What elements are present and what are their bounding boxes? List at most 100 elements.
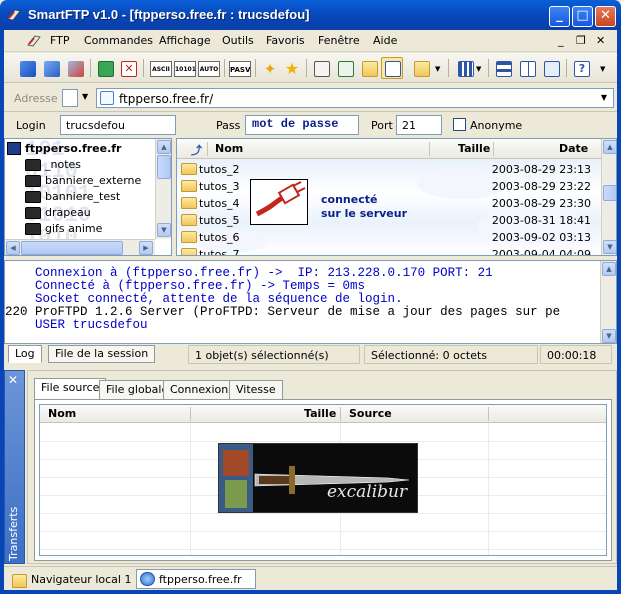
scroll-up-icon[interactable]: ▲ xyxy=(603,140,616,154)
chevron-down-icon[interactable]: ▼ xyxy=(476,65,481,73)
plug-icon xyxy=(255,181,306,217)
passive-mode-button[interactable]: PASV xyxy=(227,57,253,79)
reconnect-button[interactable] xyxy=(40,57,62,79)
properties-button[interactable] xyxy=(310,57,332,79)
tree-item-label: banniere_test xyxy=(45,190,121,203)
column-header-size[interactable]: Taille xyxy=(458,142,490,155)
scroll-down-icon[interactable]: ▼ xyxy=(602,329,616,343)
stop-button[interactable]: ✕ xyxy=(117,57,139,79)
mdi-restore-button[interactable]: ❐ xyxy=(576,34,586,47)
menu-favoris[interactable]: Favoris xyxy=(266,34,305,47)
file-row[interactable]: tutos_2 2003-08-29 23:13 xyxy=(177,161,601,178)
file-list-vertical-scrollbar[interactable]: ▲ ▼ xyxy=(601,139,616,255)
column-header-size[interactable]: Taille xyxy=(304,407,336,420)
login-input[interactable]: trucsdefou xyxy=(60,115,176,135)
menu-aide[interactable]: Aide xyxy=(373,34,397,47)
mdi-minimize-button[interactable]: _ xyxy=(558,34,564,47)
tab-log[interactable]: Log xyxy=(8,345,42,363)
file-date: 2003-08-29 23:13 xyxy=(491,163,591,176)
address-dropdown-chevron-icon[interactable]: ▼ xyxy=(597,91,611,105)
tab-vitesse[interactable]: Vitesse xyxy=(229,380,283,399)
close-button[interactable]: ✕ xyxy=(595,6,616,27)
anonymous-checkbox[interactable] xyxy=(453,118,466,131)
parent-folder-arrow-icon[interactable]: ⤴ xyxy=(191,142,202,158)
scroll-down-icon[interactable]: ▼ xyxy=(157,223,171,237)
view-toggle-button[interactable] xyxy=(381,57,403,79)
add-favorite-button[interactable]: ✦ xyxy=(258,57,280,79)
document-app-icon[interactable] xyxy=(26,33,42,49)
file-date: 2003-09-02 03:13 xyxy=(491,231,591,244)
view-mode-button[interactable] xyxy=(454,57,476,79)
menu-affichage[interactable]: Affichage xyxy=(159,34,211,47)
menu-fenetre[interactable]: Fenêtre xyxy=(318,34,360,47)
auto-mode-button[interactable]: AUTO xyxy=(196,57,222,79)
binary-mode-button[interactable]: 10101 xyxy=(172,57,198,79)
password-input[interactable]: mot de passe xyxy=(245,115,359,135)
file-name: tutos_5 xyxy=(199,214,240,227)
tile-horizontal-button[interactable] xyxy=(492,57,514,79)
transfer-queue-list[interactable]: Nom Taille Source excalibur xyxy=(39,404,607,556)
mdi-close-button[interactable]: ✕ xyxy=(596,34,605,47)
login-bar: Login trucsdefou Pass mot de passe Port … xyxy=(4,113,617,138)
title-bar[interactable]: SmartFTP v1.0 - [ftpperso.free.fr : truc… xyxy=(0,0,621,30)
scroll-up-icon[interactable]: ▲ xyxy=(602,262,616,276)
maximize-button[interactable]: □ xyxy=(572,6,593,27)
connect-button[interactable] xyxy=(16,57,38,79)
minimize-button[interactable]: _ xyxy=(549,6,570,27)
column-header-name[interactable]: Nom xyxy=(48,407,76,420)
disconnect-icon xyxy=(68,61,84,77)
toolbar-overflow-chevron-icon[interactable]: ▼ xyxy=(600,65,605,73)
column-divider xyxy=(340,407,341,421)
sword-illustration xyxy=(219,444,410,512)
file-row[interactable]: tutos_7 2003-09-04 04:09 xyxy=(177,246,601,256)
tab-remote-browser[interactable]: ftpperso.free.fr xyxy=(136,569,256,589)
menu-outils[interactable]: Outils xyxy=(222,34,254,47)
graph-button[interactable] xyxy=(334,57,356,79)
file-name: tutos_4 xyxy=(199,197,240,210)
port-input[interactable]: 21 xyxy=(396,115,442,135)
help-button[interactable]: ? xyxy=(570,57,592,79)
tile-vertical-button[interactable] xyxy=(516,57,538,79)
file-row[interactable]: tutos_6 2003-09-02 03:13 xyxy=(177,229,601,246)
address-label: Adresse xyxy=(14,92,58,105)
tab-local-browser-label: Navigateur local 1 xyxy=(31,573,132,586)
file-name: tutos_7 xyxy=(199,248,240,256)
tab-session-queue[interactable]: File de la session xyxy=(48,345,156,363)
document-icon[interactable] xyxy=(62,89,78,107)
scroll-thumb[interactable] xyxy=(21,241,123,255)
scroll-down-icon[interactable]: ▼ xyxy=(603,240,616,254)
scroll-up-icon[interactable]: ▲ xyxy=(157,140,171,154)
scroll-thumb[interactable] xyxy=(157,155,171,179)
passive-mode-label: PASV xyxy=(229,61,251,77)
chevron-down-icon[interactable]: ▼ xyxy=(435,65,440,73)
tab-file-source[interactable]: File source xyxy=(34,378,107,399)
refresh-button[interactable] xyxy=(94,57,116,79)
disconnect-button[interactable] xyxy=(64,57,86,79)
help-icon: ? xyxy=(574,61,590,77)
tree-vertical-scrollbar[interactable]: ▲ ▼ xyxy=(155,139,171,239)
column-header-source[interactable]: Source xyxy=(349,407,392,420)
column-header-date[interactable]: Date xyxy=(559,142,588,155)
scroll-left-icon[interactable]: ◀ xyxy=(6,241,20,255)
log-line: USER trucsdefou xyxy=(5,318,148,332)
tab-local-browser[interactable]: Navigateur local 1 xyxy=(8,569,138,589)
scroll-right-icon[interactable]: ▶ xyxy=(139,241,153,255)
cascade-button[interactable] xyxy=(540,57,562,79)
log-vertical-scrollbar[interactable]: ▲ ▼ xyxy=(600,261,616,343)
menu-ftp[interactable]: FTP xyxy=(50,34,70,47)
tree-horizontal-scrollbar[interactable]: ◀ ▶ xyxy=(5,239,155,255)
folder-icon xyxy=(181,248,197,255)
chevron-down-icon[interactable]: ▼ xyxy=(82,92,88,101)
ascii-mode-button[interactable]: ASCII xyxy=(148,57,174,79)
menu-commandes[interactable]: Commandes xyxy=(84,34,153,47)
remote-file-list[interactable]: ⤴ Nom Taille Date tutos_2 2003-08-29 23:… xyxy=(176,138,617,256)
remote-folder-tree[interactable]: 101 0110 10101 01010 1010 ftpperso.free.… xyxy=(4,138,172,256)
open-folder-button[interactable] xyxy=(358,57,380,79)
address-input[interactable]: ftpperso.free.fr/ ▼ xyxy=(96,88,614,108)
column-header-name[interactable]: Nom xyxy=(215,142,243,155)
folder-options-button[interactable] xyxy=(410,57,432,79)
log-output[interactable]: Connexion à (ftpperso.free.fr) -> IP: 21… xyxy=(4,260,617,344)
scroll-thumb[interactable] xyxy=(603,185,616,201)
close-icon[interactable]: ✕ xyxy=(8,373,18,387)
favorites-button[interactable]: ★ xyxy=(280,57,302,79)
